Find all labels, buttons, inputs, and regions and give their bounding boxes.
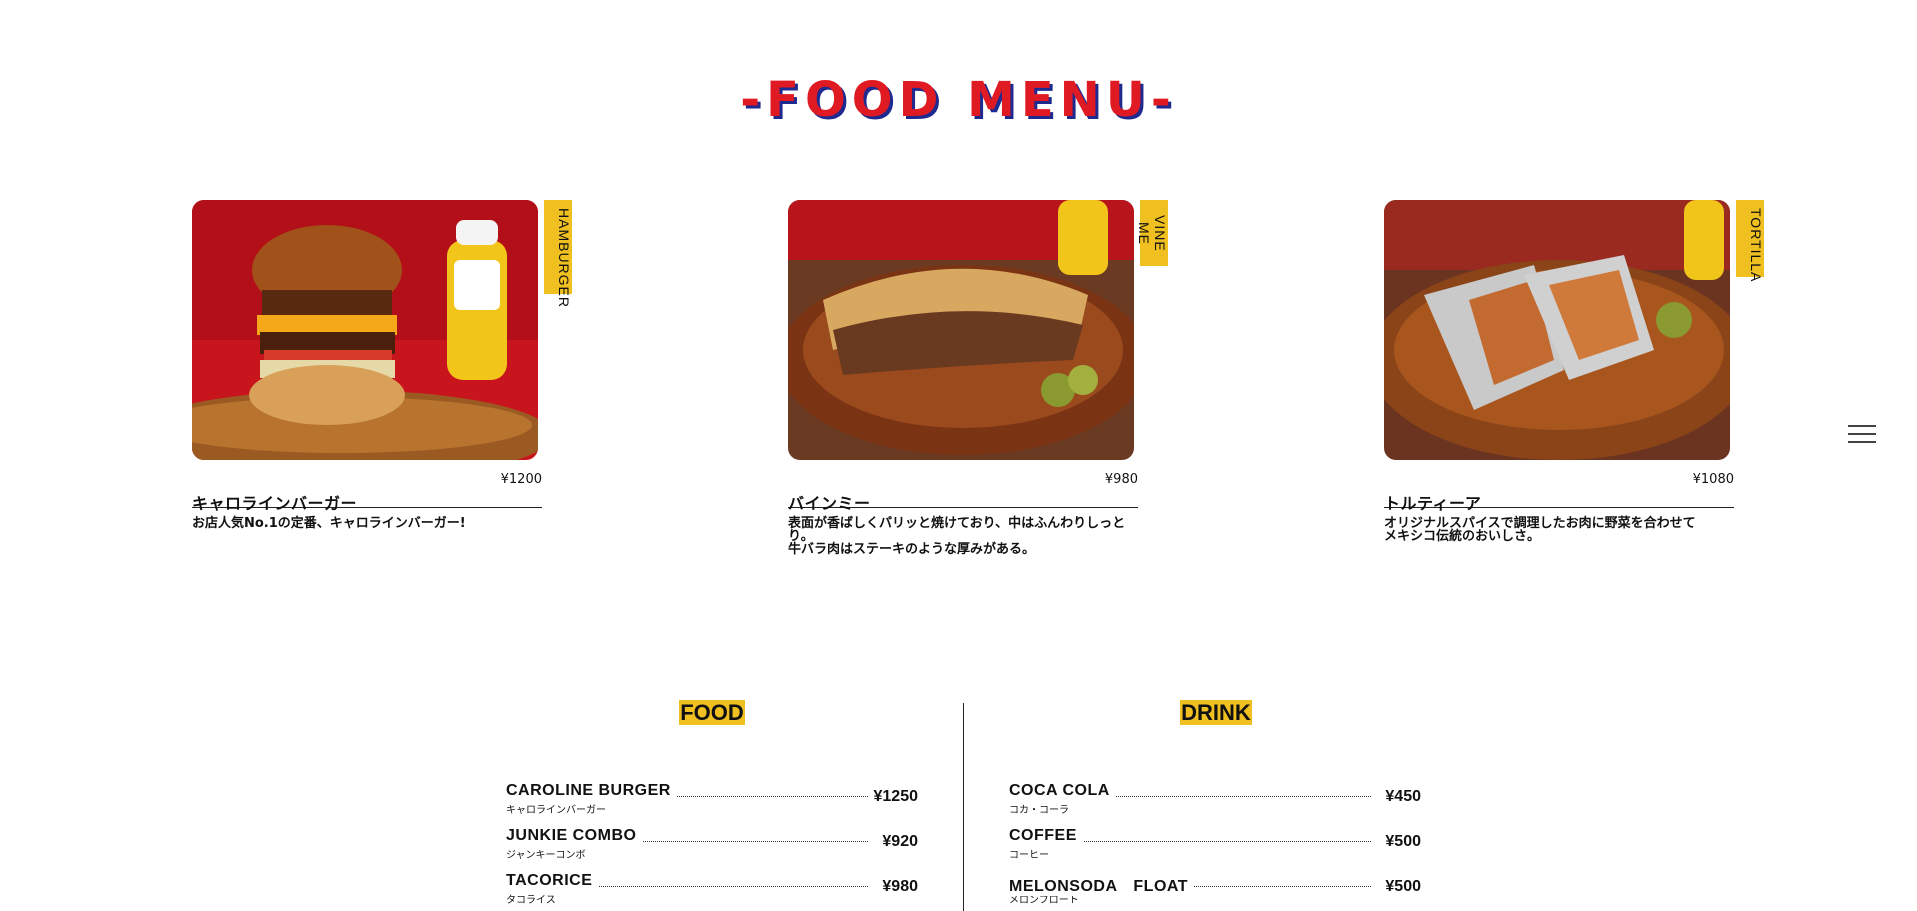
- hamburger-photo: [192, 200, 538, 460]
- item-price: ¥980: [876, 878, 918, 896]
- banh-mi-photo: [788, 200, 1134, 460]
- item-price: ¥500: [1379, 878, 1421, 896]
- item-subname: コーヒー: [1009, 850, 1049, 861]
- item-price: ¥1250: [867, 788, 918, 806]
- list-item[interactable]: COCA COLA コカ・コーラ ¥450: [1009, 700, 1421, 816]
- item-name: MELONSODA FLOAT: [1009, 872, 1195, 896]
- card-name: トルティーア: [1384, 494, 1482, 513]
- card-title-row: トルティーア ¥1080: [1384, 470, 1734, 513]
- card-tag: HAMBURGER: [544, 200, 572, 308]
- card-title-row: キャロラインバーガー ¥1200: [192, 470, 542, 513]
- item-name: COFFEE: [1009, 827, 1083, 845]
- food-card-tortilla[interactable]: TORTILLA トルティーア ¥1080 オリジナルスパイスで調理したお肉に野…: [1384, 200, 1764, 544]
- card-price: ¥1200: [500, 472, 542, 487]
- item-price: ¥450: [1379, 788, 1421, 806]
- food-list: CAROLINE BURGER キャロラインバーガー ¥1250 JUNKIE …: [506, 700, 918, 906]
- drink-list: COCA COLA コカ・コーラ ¥450 COFFEE コーヒー ¥500 M…: [1009, 700, 1421, 906]
- card-price: ¥1080: [1692, 472, 1734, 487]
- food-card-banh-mi[interactable]: VINE ME バインミー ¥980 表面が香ばしくパリッと焼けており、中はふん…: [788, 200, 1168, 557]
- page-title: -FOOD MENU-: [740, 72, 1177, 128]
- tortilla-photo: [1384, 200, 1730, 460]
- item-subname: タコライス: [506, 895, 556, 906]
- card-description: お店人気No.1の定番、キャロラインバーガー!: [192, 516, 466, 531]
- column-divider: [963, 703, 964, 911]
- card-price: ¥980: [1104, 472, 1138, 487]
- food-card-hamburger[interactable]: HAMBURGER キャロラインバーガー ¥1200 お店人気No.1の定番、キ…: [192, 200, 572, 531]
- item-name: CAROLINE BURGER: [506, 782, 677, 800]
- card-description: オリジナルスパイスで調理したお肉に野菜を合わせて メキシコ伝統のおいしさ。: [1384, 516, 1696, 544]
- card-tag: VINE ME: [1136, 200, 1168, 266]
- item-name: COCA COLA: [1009, 782, 1116, 800]
- card-name: バインミー: [788, 494, 871, 513]
- item-name: TACORICE: [506, 872, 599, 890]
- hamburger-menu-icon[interactable]: [1848, 425, 1876, 447]
- card-description: 表面が香ばしくパリッと焼けており、中はふんわりしっと り。 牛バラ肉はステーキの…: [788, 516, 1126, 557]
- item-price: ¥500: [1379, 833, 1421, 851]
- card-title-row: バインミー ¥980: [788, 470, 1138, 513]
- item-name: JUNKIE COMBO: [506, 827, 643, 845]
- list-item[interactable]: CAROLINE BURGER キャロラインバーガー ¥1250: [506, 700, 918, 816]
- card-name: キャロラインバーガー: [192, 494, 358, 513]
- card-tag: TORTILLA: [1736, 200, 1764, 282]
- item-subname: ジャンキーコンボ: [506, 850, 586, 861]
- item-price: ¥920: [876, 833, 918, 851]
